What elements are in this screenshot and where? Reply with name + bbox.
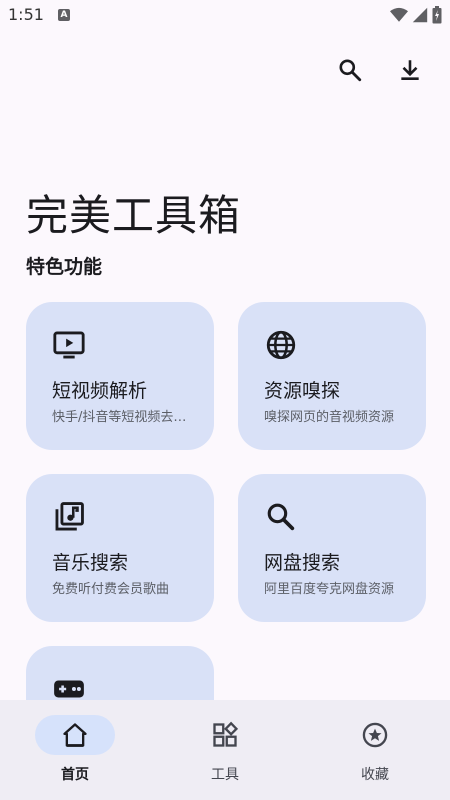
nav-item-tools[interactable]: 工具 bbox=[150, 700, 300, 800]
nav-label: 工具 bbox=[211, 767, 239, 783]
card-short-video-parse[interactable]: 短视频解析 快手/抖音等短视频去水印 bbox=[26, 302, 214, 450]
tv-play-icon bbox=[52, 328, 86, 362]
card-subtitle: 阿里百度夸克网盘资源 bbox=[264, 582, 395, 597]
nav-pill bbox=[185, 715, 265, 755]
globe-icon bbox=[264, 328, 298, 362]
card-netdisk-search[interactable]: 网盘搜索 阿里百度夸克网盘资源 bbox=[238, 474, 426, 622]
star-circle-icon bbox=[362, 722, 388, 748]
card-subtitle: 嗅探网页的音视频资源 bbox=[264, 410, 395, 425]
download-icon bbox=[401, 60, 419, 80]
music-library-icon bbox=[52, 500, 86, 534]
search-button[interactable] bbox=[334, 54, 366, 86]
nav-active-indicator bbox=[35, 715, 115, 755]
card-subtitle: 免费听付费会员歌曲 bbox=[52, 582, 170, 597]
card-music-search[interactable]: 音乐搜索 免费听付费会员歌曲 bbox=[26, 474, 214, 622]
card-title: 音乐搜索 bbox=[52, 552, 129, 574]
page-title: 完美工具箱 bbox=[26, 191, 242, 240]
nav-label: 首页 bbox=[61, 767, 89, 783]
card-title: 资源嗅探 bbox=[264, 380, 341, 402]
nav-pill bbox=[335, 715, 415, 755]
search-icon bbox=[339, 59, 362, 82]
battery-icon bbox=[432, 6, 442, 24]
card-title: 网盘搜索 bbox=[264, 552, 341, 574]
nav-item-home[interactable]: 首页 bbox=[0, 700, 150, 800]
section-title: 特色功能 bbox=[26, 256, 103, 278]
app-screen: 1:51 A 完美工具箱 特色功能 短视频解析 快手/抖音等短视频去水印 资源嗅… bbox=[0, 0, 450, 800]
wifi-icon bbox=[390, 7, 408, 22]
card-title: 短视频解析 bbox=[52, 380, 148, 402]
nav-item-favorites[interactable]: 收藏 bbox=[300, 700, 450, 800]
nav-label: 收藏 bbox=[361, 767, 389, 783]
notification-a-icon: A bbox=[58, 9, 70, 21]
widgets-icon bbox=[213, 721, 239, 747]
search-icon bbox=[264, 500, 298, 534]
status-bar: 1:51 A bbox=[0, 0, 450, 30]
status-icons bbox=[390, 6, 442, 24]
card-subtitle: 快手/抖音等短视频去水印 bbox=[52, 410, 192, 425]
home-icon bbox=[63, 723, 87, 747]
download-button[interactable] bbox=[394, 54, 426, 86]
status-time: 1:51 bbox=[8, 5, 44, 24]
cell-signal-icon bbox=[412, 7, 428, 23]
card-resource-sniff[interactable]: 资源嗅探 嗅探网页的音视频资源 bbox=[238, 302, 426, 450]
bottom-navigation: 首页 工具 收藏 bbox=[0, 700, 450, 800]
